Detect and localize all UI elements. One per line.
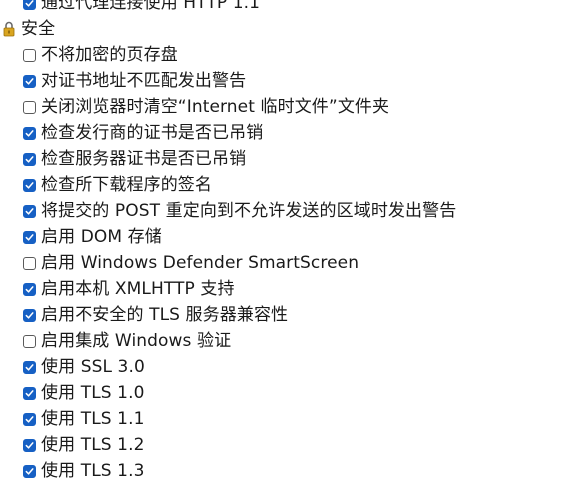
option-enable-native-xmlhttp[interactable]: 启用本机 XMLHTTP 支持 xyxy=(0,276,578,302)
checkmark-icon xyxy=(25,415,34,423)
lock-icon xyxy=(2,20,16,38)
section-header-security: 安全 xyxy=(0,16,578,42)
checkbox[interactable] xyxy=(23,360,36,374)
option-label: 使用 SSL 3.0 xyxy=(41,357,145,377)
option-enable-insecure-tls-fallback[interactable]: 启用不安全的 TLS 服务器兼容性 xyxy=(0,302,578,328)
checkmark-icon xyxy=(25,285,34,293)
option-label: 不将加密的页存盘 xyxy=(41,45,178,65)
checkmark-icon xyxy=(25,389,34,397)
option-label: 启用 DOM 存储 xyxy=(41,227,162,247)
option-check-server-cert-revocation[interactable]: 检查服务器证书是否已吊销 xyxy=(0,146,578,172)
option-enable-smartscreen[interactable]: 启用 Windows Defender SmartScreen xyxy=(0,250,578,276)
checkbox[interactable] xyxy=(23,74,36,88)
option-enable-dom-storage[interactable]: 启用 DOM 存储 xyxy=(0,224,578,250)
checkbox[interactable] xyxy=(23,464,36,478)
checkmark-icon xyxy=(25,0,34,7)
option-check-publisher-cert-revocation[interactable]: 检查发行商的证书是否已吊销 xyxy=(0,120,578,146)
option-label: 关闭浏览器时清空“Internet 临时文件”文件夹 xyxy=(41,97,390,117)
option-check-downloaded-program-signatures[interactable]: 检查所下载程序的签名 xyxy=(0,172,578,198)
checkmark-icon xyxy=(25,311,34,319)
security-settings-list: 通过代理连接使用 HTTP 1.1 安全 不将加密的页存盘 对证书地址不匹配发出… xyxy=(0,0,578,479)
checkbox[interactable] xyxy=(23,152,36,166)
option-use-ssl-3-0[interactable]: 使用 SSL 3.0 xyxy=(0,354,578,380)
option-label: 使用 TLS 1.1 xyxy=(41,409,145,429)
checkbox[interactable] xyxy=(23,282,36,296)
checkmark-icon xyxy=(25,441,34,449)
option-label: 通过代理连接使用 HTTP 1.1 xyxy=(41,0,261,13)
option-use-tls-1-2[interactable]: 使用 TLS 1.2 xyxy=(0,432,578,458)
option-label: 启用 Windows Defender SmartScreen xyxy=(41,253,360,273)
option-label: 使用 TLS 1.0 xyxy=(41,383,145,403)
option-label: 使用 TLS 1.3 xyxy=(41,461,145,479)
checkbox[interactable] xyxy=(23,100,36,114)
option-label: 检查服务器证书是否已吊销 xyxy=(41,149,247,169)
option-label: 检查所下载程序的签名 xyxy=(41,175,212,195)
option-do-not-save-encrypted-pages[interactable]: 不将加密的页存盘 xyxy=(0,42,578,68)
checkmark-icon xyxy=(25,467,34,475)
checkbox[interactable] xyxy=(23,412,36,426)
checkbox[interactable] xyxy=(23,48,36,62)
checkbox[interactable] xyxy=(23,308,36,322)
checkbox[interactable] xyxy=(23,204,36,218)
option-label: 检查发行商的证书是否已吊销 xyxy=(41,123,264,143)
option-warn-cert-address-mismatch[interactable]: 对证书地址不匹配发出警告 xyxy=(0,68,578,94)
checkbox[interactable] xyxy=(23,126,36,140)
checkmark-icon xyxy=(25,233,34,241)
option-label: 使用 TLS 1.2 xyxy=(41,435,145,455)
option-empty-temp-files-on-close[interactable]: 关闭浏览器时清空“Internet 临时文件”文件夹 xyxy=(0,94,578,120)
checkmark-icon xyxy=(25,77,34,85)
option-http11-via-proxy[interactable]: 通过代理连接使用 HTTP 1.1 xyxy=(0,0,578,16)
checkmark-icon xyxy=(25,129,34,137)
option-use-tls-1-1[interactable]: 使用 TLS 1.1 xyxy=(0,406,578,432)
checkbox[interactable] xyxy=(23,256,36,270)
checkbox[interactable] xyxy=(23,230,36,244)
checkbox[interactable] xyxy=(23,438,36,452)
section-title: 安全 xyxy=(21,19,56,39)
option-label: 对证书地址不匹配发出警告 xyxy=(41,71,247,91)
checkmark-icon xyxy=(25,181,34,189)
checkbox[interactable] xyxy=(23,178,36,192)
checkbox[interactable] xyxy=(23,386,36,400)
option-label: 启用不安全的 TLS 服务器兼容性 xyxy=(41,305,289,325)
checkmark-icon xyxy=(25,155,34,163)
option-label: 将提交的 POST 重定向到不允许发送的区域时发出警告 xyxy=(41,201,457,221)
checkbox[interactable] xyxy=(23,0,36,10)
option-use-tls-1-0[interactable]: 使用 TLS 1.0 xyxy=(0,380,578,406)
checkbox[interactable] xyxy=(23,334,36,348)
checkmark-icon xyxy=(25,207,34,215)
option-warn-post-redirect[interactable]: 将提交的 POST 重定向到不允许发送的区域时发出警告 xyxy=(0,198,578,224)
option-use-tls-1-3[interactable]: 使用 TLS 1.3 xyxy=(0,458,578,479)
checkmark-icon xyxy=(25,363,34,371)
option-label: 启用集成 Windows 验证 xyxy=(41,331,232,351)
option-enable-integrated-windows-auth[interactable]: 启用集成 Windows 验证 xyxy=(0,328,578,354)
option-label: 启用本机 XMLHTTP 支持 xyxy=(41,279,235,299)
